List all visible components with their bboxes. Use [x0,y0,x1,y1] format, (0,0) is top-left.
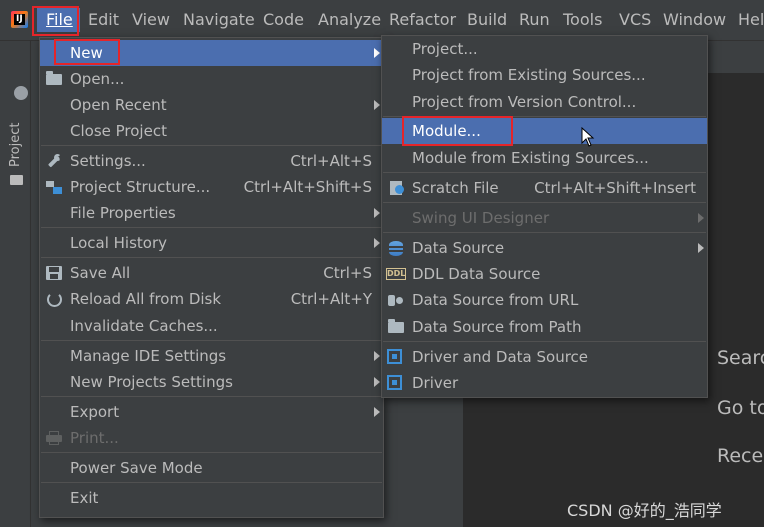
chevron-right-icon [374,377,380,387]
new-menu-item-module-from-existing[interactable]: Module from Existing Sources... [382,145,707,171]
file-menu-item-invalidate-caches[interactable]: Invalidate Caches... [40,313,383,339]
print-icon [46,431,62,445]
menu-vcs[interactable]: VCS [619,8,651,32]
scratch-file-icon [388,181,404,195]
menu-separator [41,482,382,483]
driver-icon [387,349,402,364]
project-structure-icon [46,180,62,194]
file-menu-item-file-properties[interactable]: File Properties [40,200,383,226]
file-menu-item-exit[interactable]: Exit [40,485,383,511]
menu-tools[interactable]: Tools [563,8,602,32]
menu-separator [41,257,382,258]
new-menu-item-scratch-file[interactable]: Scratch File Ctrl+Alt+Shift+Insert [382,175,707,201]
menu-separator [383,202,706,203]
ddl-icon: DDL [386,268,406,280]
menu-separator [41,452,382,453]
welcome-recent-hint: Recen [717,445,764,467]
chevron-right-icon [698,243,704,253]
chevron-right-icon [374,208,380,218]
menu-separator [41,396,382,397]
menu-navigate[interactable]: Navigate [183,8,255,32]
folder-open-icon [46,71,62,85]
file-menu-item-local-history[interactable]: Local History [40,230,383,256]
menu-separator [41,227,382,228]
new-menu-item-data-source[interactable]: Data Source [382,235,707,261]
menu-separator [383,172,706,173]
menu-separator [41,340,382,341]
welcome-goto-hint: Go to [717,397,764,419]
menu-separator [383,116,706,117]
project-tool-window-button[interactable]: Project [8,121,24,167]
menu-build[interactable]: Build [467,8,507,32]
menu-help[interactable]: Hel [738,8,764,32]
file-menu-item-project-structure[interactable]: Project Structure... Ctrl+Alt+Shift+S [40,174,383,200]
new-menu-item-project-from-vcs[interactable]: Project from Version Control... [382,89,707,115]
new-menu-item-driver-and-data-source[interactable]: Driver and Data Source [382,344,707,370]
file-menu-item-print: Print... [40,425,383,451]
intellij-logo-icon: IJ [11,11,28,28]
globe-icon [14,86,28,100]
new-menu-item-driver[interactable]: Driver [382,370,707,396]
chevron-right-icon [374,238,380,248]
new-menu-item-data-source-from-path[interactable]: Data Source from Path [382,314,707,340]
new-menu-item-data-source-from-url[interactable]: Data Source from URL [382,287,707,313]
menu-separator [41,145,382,146]
left-tool-strip: Project [0,41,31,527]
reload-icon [46,292,62,307]
menu-edit[interactable]: Edit [88,8,119,32]
chevron-right-icon [698,213,704,223]
menu-window[interactable]: Window [663,8,726,32]
save-icon [46,266,62,280]
driver-icon [387,375,402,390]
menu-view[interactable]: View [132,8,170,32]
file-menu-item-save-all[interactable]: Save All Ctrl+S [40,260,383,286]
new-submenu: Project... Project from Existing Sources… [381,35,708,398]
url-plug-icon [388,293,404,307]
file-menu-item-power-save-mode[interactable]: Power Save Mode [40,455,383,481]
watermark: CSDN @好的_浩同学 [567,501,722,520]
mouse-cursor-icon [581,127,595,147]
new-menu-item-project[interactable]: Project... [382,36,707,62]
file-menu-item-open-recent[interactable]: Open Recent [40,92,383,118]
chevron-right-icon [374,48,380,58]
menu-file[interactable]: File [37,8,80,32]
file-menu-item-close-project[interactable]: Close Project [40,118,383,144]
menu-refactor[interactable]: Refactor [389,8,456,32]
file-menu-item-reload-all[interactable]: Reload All from Disk Ctrl+Alt+Y [40,286,383,312]
file-menu-item-new[interactable]: New [40,40,383,66]
menu-code[interactable]: Code [263,8,304,32]
menu-analyze[interactable]: Analyze [318,8,381,32]
database-icon [388,241,404,256]
new-menu-item-project-from-existing[interactable]: Project from Existing Sources... [382,62,707,88]
menu-separator [383,341,706,342]
chevron-right-icon [374,351,380,361]
welcome-search-hint: Searc [717,347,764,369]
folder-icon [388,319,404,333]
folder-icon [10,175,23,185]
file-menu-item-export[interactable]: Export [40,399,383,425]
new-menu-item-ddl-data-source[interactable]: DDL DDL Data Source [382,261,707,287]
new-menu-item-swing-ui-designer: Swing UI Designer [382,205,707,231]
wrench-icon [46,154,62,168]
chevron-right-icon [374,100,380,110]
file-menu-item-new-projects-settings[interactable]: New Projects Settings [40,369,383,395]
menu-separator [383,232,706,233]
file-menu-item-manage-ide-settings[interactable]: Manage IDE Settings [40,343,383,369]
chevron-right-icon [374,407,380,417]
file-menu-item-settings[interactable]: Settings... Ctrl+Alt+S [40,148,383,174]
menu-run[interactable]: Run [519,8,550,32]
new-menu-item-module[interactable]: Module... [382,118,707,144]
file-menu: New Open... Open Recent Close Project Se… [39,37,384,518]
file-menu-item-open[interactable]: Open... [40,66,383,92]
